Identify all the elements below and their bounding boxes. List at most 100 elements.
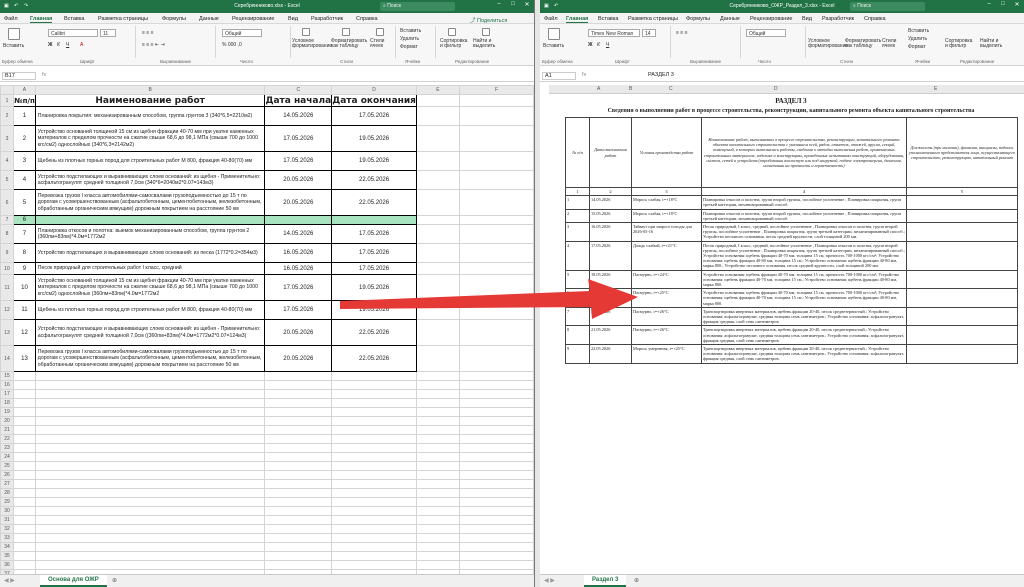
conditional-format-icon[interactable] [302, 28, 310, 36]
cell-start[interactable]: 20.05.2026 [264, 345, 333, 372]
row-header[interactable]: 5 [0, 170, 15, 190]
italic-icon[interactable]: К [57, 42, 60, 48]
entry-signature[interactable] [906, 344, 1018, 364]
row-header[interactable]: 6 [0, 189, 15, 216]
name-box[interactable]: A1 [542, 72, 576, 80]
column-header[interactable]: D [774, 86, 778, 92]
entry-number[interactable]: 7 [565, 306, 590, 327]
cell[interactable] [458, 300, 534, 320]
th-number[interactable]: № п/п [565, 117, 590, 188]
cell-styles-label[interactable]: Стили ячеек [370, 39, 392, 49]
cell-end[interactable]: 22.05.2026 [331, 170, 417, 190]
cell[interactable] [415, 300, 460, 320]
search-box[interactable]: ⌕ Поиск [850, 2, 925, 11]
cell[interactable] [264, 407, 333, 417]
cell[interactable] [13, 524, 36, 534]
cell[interactable] [458, 533, 534, 543]
cell[interactable] [458, 488, 534, 498]
font-name-select[interactable]: Calibri [48, 29, 98, 37]
cell[interactable] [458, 371, 534, 381]
cell[interactable] [331, 506, 417, 516]
cell[interactable] [264, 551, 333, 561]
menu-page-layout[interactable]: Разметка страницы [98, 16, 148, 22]
sort-filter-icon[interactable] [448, 28, 456, 36]
cell[interactable] [415, 461, 460, 471]
entry-works[interactable]: Устройство основания: щебень фракции 40-… [701, 269, 907, 290]
entry-works[interactable]: Транспортировка инертных материалов, щеб… [701, 325, 907, 346]
cell[interactable] [458, 345, 534, 372]
column-header[interactable]: B [629, 86, 632, 92]
cell-work[interactable]: Устройство подстилающих и выравнивающих … [34, 243, 266, 263]
row-header[interactable]: 2 [0, 106, 15, 126]
cell-start[interactable]: 16.05.2026 [264, 262, 333, 275]
cell[interactable] [34, 371, 266, 381]
cell[interactable] [13, 560, 36, 570]
font-color-icon[interactable]: A [80, 42, 83, 48]
format-cells-button[interactable]: Формат [400, 44, 418, 50]
cell[interactable] [264, 515, 333, 525]
cell[interactable] [264, 389, 333, 399]
font-size-select[interactable]: 14 [642, 29, 656, 37]
delete-cells-button[interactable]: Удалить [400, 36, 419, 42]
cell-work[interactable]: Планировка покрытия: механизированным сп… [34, 106, 266, 126]
entry-conditions[interactable]: Дождь слабый, t=+21°С [631, 240, 702, 271]
cell[interactable] [34, 398, 266, 408]
cell[interactable] [264, 425, 333, 435]
entry-works[interactable]: Транспортировка инертных материалов, щеб… [701, 344, 907, 364]
cell-start[interactable]: 14.05.2026 [264, 106, 333, 126]
number-icons[interactable]: % 000 ,0 [222, 42, 242, 48]
entry-number[interactable]: 4 [565, 240, 590, 271]
cell-work[interactable]: Устройство подстилающих и выравнивающих … [34, 319, 266, 346]
format-table-label[interactable]: Форматировать как таблицу [331, 39, 367, 49]
cell[interactable] [331, 389, 417, 399]
cell[interactable] [458, 479, 534, 489]
entry-signature[interactable] [906, 306, 1018, 327]
cell-work[interactable]: Щебень из плотных горных пород для строи… [34, 151, 266, 171]
cell-work[interactable]: Щебень из плотных горных пород для строи… [34, 300, 266, 320]
find-select-label[interactable]: Найти и выделить [473, 39, 503, 49]
entry-works[interactable]: Песок природный, I класс, средний, посло… [701, 240, 907, 271]
cell[interactable] [458, 416, 534, 426]
entry-conditions[interactable]: Морось умеренная, t=+25°С [631, 344, 702, 364]
cell[interactable] [331, 452, 417, 462]
cell[interactable] [458, 452, 534, 462]
entry-works[interactable]: Планировка откосов и полотна, групп втор… [701, 195, 907, 210]
row-header[interactable]: 30 [0, 506, 15, 516]
row-header[interactable]: 25 [0, 461, 15, 471]
entry-signature[interactable] [906, 325, 1018, 346]
cell-number[interactable]: 10 [13, 274, 36, 301]
cell-start[interactable]: 17.05.2026 [264, 300, 333, 320]
italic-icon[interactable]: К [597, 42, 600, 48]
bold-icon[interactable]: Ж [48, 42, 53, 48]
row-header[interactable]: 35 [0, 551, 15, 561]
cell[interactable] [415, 425, 460, 435]
cell[interactable] [264, 398, 333, 408]
row-header[interactable]: 28 [0, 488, 15, 498]
cell[interactable] [415, 416, 460, 426]
cell-styles-label[interactable]: Стили ячеек [882, 39, 904, 49]
cell[interactable] [415, 262, 460, 275]
cell[interactable] [415, 125, 460, 152]
row-header[interactable]: 1 [0, 94, 15, 107]
cell-start[interactable]: 16.05.2026 [264, 243, 333, 263]
cell[interactable] [458, 560, 534, 570]
cell[interactable] [415, 560, 460, 570]
cell[interactable] [34, 506, 266, 516]
search-box[interactable]: ⌕ Поиск [380, 2, 455, 11]
cell[interactable] [34, 524, 266, 534]
cell[interactable] [34, 515, 266, 525]
entry-number[interactable]: 5 [565, 269, 590, 290]
column-header[interactable]: A [13, 85, 36, 95]
cell[interactable] [13, 416, 36, 426]
entry-works[interactable]: Транспортировка инертных материалов, щеб… [701, 306, 907, 327]
cell[interactable] [331, 425, 417, 435]
cell[interactable] [264, 497, 333, 507]
cell[interactable] [34, 434, 266, 444]
entry-conditions[interactable]: Пасмурно, t=+24°С [631, 269, 702, 290]
cell[interactable] [458, 434, 534, 444]
cell[interactable] [13, 407, 36, 417]
cell[interactable] [415, 506, 460, 516]
column-header[interactable]: C [264, 85, 333, 95]
cell-number[interactable]: 4 [13, 170, 36, 190]
cell[interactable] [34, 407, 266, 417]
